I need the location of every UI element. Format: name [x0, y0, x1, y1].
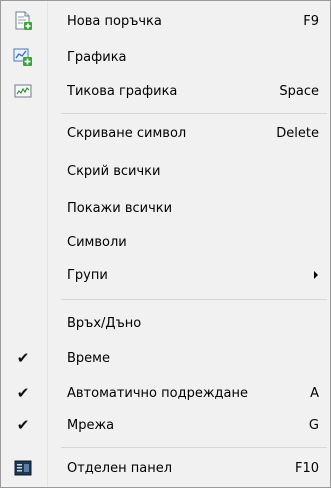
checkmark-icon: ✔	[16, 348, 30, 367]
menu-item-label: Мрежа	[67, 417, 115, 433]
menu-item-label: Скрий всички	[67, 163, 161, 179]
menu-item-top-bottom[interactable]: Връх/Дъно	[1, 307, 330, 339]
menu-item-label: Отделен панел	[67, 460, 173, 476]
menu-item-time[interactable]: ✔ Време	[1, 342, 330, 374]
menu-item-label: Автоматично подреждане	[67, 385, 248, 401]
context-menu: Нова поръчка F9 Графика Тикова графика S…	[0, 0, 331, 488]
new-order-icon	[13, 11, 33, 31]
menu-item-shortcut: F9	[303, 13, 319, 29]
menu-item-detached-panel[interactable]: Отделен панел F10	[1, 452, 330, 484]
menu-item-label: Нова поръчка	[67, 13, 162, 29]
menu-item-label: Символи	[67, 234, 127, 250]
menu-item-label: Връх/Дъно	[67, 315, 142, 331]
menu-item-auto-arrange[interactable]: ✔ Автоматично подреждане A	[1, 377, 330, 409]
menu-item-shortcut: Delete	[276, 125, 319, 141]
new-chart-icon	[13, 47, 33, 67]
menu-item-label: Време	[67, 350, 110, 366]
menu-item-label: Скриване символ	[67, 125, 187, 141]
menu-item-shortcut: F10	[294, 460, 319, 476]
menu-item-hide-symbol[interactable]: Скриване символ Delete	[1, 117, 330, 149]
menu-item-hide-all[interactable]: Скрий всички	[1, 155, 330, 187]
submenu-arrow-icon	[314, 271, 318, 279]
menu-separator	[61, 447, 327, 448]
menu-item-label: Графика	[67, 49, 127, 65]
menu-item-chart[interactable]: Графика	[1, 41, 330, 73]
menu-separator	[61, 299, 327, 300]
menu-item-shortcut: G	[308, 417, 319, 433]
menu-item-groups[interactable]: Групи	[1, 259, 330, 291]
menu-item-label: Групи	[67, 267, 108, 283]
menu-item-label: Покажи всички	[67, 200, 173, 216]
menu-item-show-all[interactable]: Покажи всички	[1, 192, 330, 224]
menu-item-grid[interactable]: ✔ Мрежа G	[1, 409, 330, 441]
checkmark-icon: ✔	[16, 415, 30, 434]
checkmark-icon: ✔	[16, 383, 30, 402]
tick-chart-icon	[13, 81, 33, 101]
menu-item-shortcut: Space	[279, 83, 319, 99]
menu-item-tick-chart[interactable]: Тикова графика Space	[1, 75, 330, 107]
menu-item-new-order[interactable]: Нова поръчка F9	[1, 5, 330, 37]
detached-panel-icon	[13, 458, 33, 478]
menu-separator	[61, 113, 327, 114]
menu-item-label: Тикова графика	[67, 83, 178, 99]
menu-item-shortcut: A	[310, 385, 319, 401]
menu-item-symbols[interactable]: Символи	[1, 226, 330, 258]
